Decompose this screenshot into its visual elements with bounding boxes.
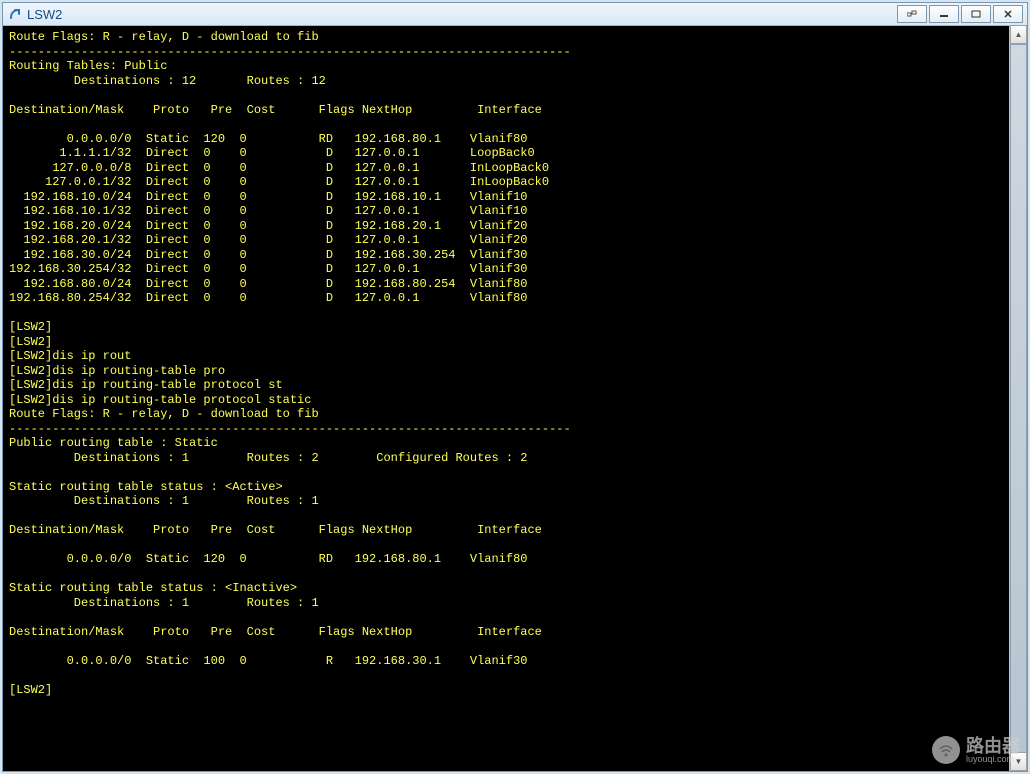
- scroll-track[interactable]: [1010, 44, 1027, 752]
- extra-button[interactable]: [897, 5, 927, 23]
- terminal-output[interactable]: Route Flags: R - relay, D - download to …: [3, 26, 1027, 771]
- app-window: LSW2 Route Flags: R - relay, D - downloa…: [2, 2, 1028, 772]
- titlebar[interactable]: LSW2: [3, 3, 1027, 26]
- minimize-button[interactable]: [929, 5, 959, 23]
- scroll-thumb[interactable]: [1010, 44, 1027, 754]
- watermark: 路由器 luyouqi.com: [932, 736, 1020, 764]
- maximize-button[interactable]: [961, 5, 991, 23]
- vertical-scrollbar[interactable]: ▲ ▼: [1009, 25, 1027, 771]
- watermark-title: 路由器: [966, 737, 1020, 755]
- app-icon: [7, 6, 23, 22]
- scroll-up-button[interactable]: ▲: [1010, 25, 1027, 44]
- window-controls: [897, 5, 1023, 23]
- window-title: LSW2: [27, 7, 897, 22]
- router-icon: [932, 736, 960, 764]
- close-button[interactable]: [993, 5, 1023, 23]
- watermark-url: luyouqi.com: [966, 755, 1020, 764]
